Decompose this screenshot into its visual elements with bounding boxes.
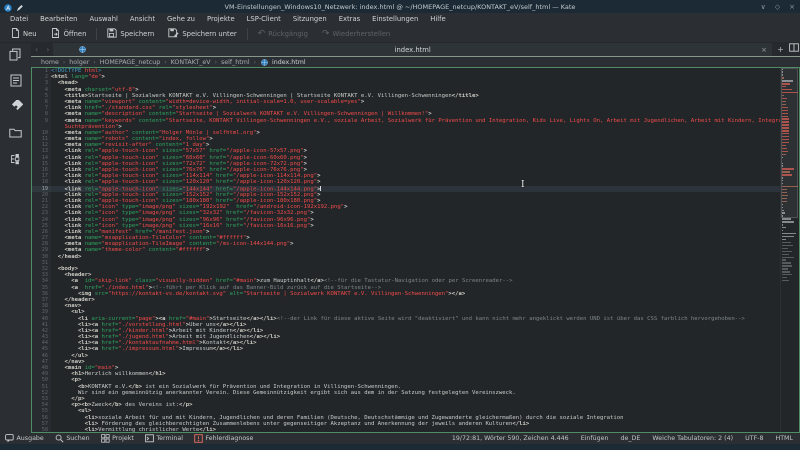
panel-projekt-button[interactable]: Projekt bbox=[101, 434, 134, 443]
tool-sidebar bbox=[0, 43, 31, 433]
breadcrumb-file[interactable]: index.html bbox=[272, 59, 306, 66]
tab-forward-arrow-icon[interactable]: › bbox=[42, 43, 53, 56]
breadcrumb-separator-icon: › bbox=[164, 59, 166, 66]
menu-sitzungen[interactable]: Sitzungen bbox=[287, 15, 333, 23]
breadcrumb-segment-self-html[interactable]: self_html bbox=[221, 59, 250, 66]
breadcrumb-segment-homepage-netcup[interactable]: HOMEPAGE_netcup bbox=[100, 59, 160, 66]
close-button[interactable]: × bbox=[789, 3, 795, 11]
breadcrumb-segment-kontakt-ev[interactable]: KONTAKT_eV bbox=[171, 59, 211, 66]
cursor-position-status[interactable]: 19/72:81, Wörter 590, Zeichen 4.446 bbox=[452, 435, 569, 442]
encoding-status[interactable]: UTF-8 bbox=[745, 435, 763, 442]
open-file-icon bbox=[51, 28, 61, 40]
new-tab-button[interactable]: + bbox=[774, 43, 787, 56]
menu-auswahl[interactable]: Auswahl bbox=[83, 15, 123, 23]
titlebar[interactable]: VM-Einstellungen_Windows10_Netzwerk: ind… bbox=[0, 0, 800, 13]
sidebar-tool-git-icon[interactable] bbox=[8, 99, 24, 114]
minimize-button[interactable]: ∨ bbox=[761, 3, 766, 11]
menu-gehe-zu[interactable]: Gehe zu bbox=[161, 15, 201, 23]
breadcrumb-separator-icon: › bbox=[215, 59, 217, 66]
search-icon bbox=[55, 434, 64, 443]
toolbar: Neu Öffnen Speichern Speichern unter ↶Rückgä… bbox=[0, 25, 800, 43]
öffnen-button[interactable]: Öffnen bbox=[44, 26, 94, 42]
bottom-panel-bar: Ausgabe Suchen Projekt Terminal Fehlerdiagno… bbox=[0, 433, 800, 444]
maximize-button[interactable]: ◇ bbox=[775, 3, 780, 11]
menu-bearbeiten[interactable]: Bearbeiten bbox=[34, 15, 83, 23]
minimap-scrollbar[interactable] bbox=[780, 68, 799, 432]
syntax-mode-status[interactable]: HTML bbox=[775, 435, 793, 442]
undo-icon: ↶ bbox=[258, 31, 266, 37]
diagnostics-icon bbox=[194, 434, 203, 443]
breadcrumb-separator-icon: › bbox=[93, 59, 95, 66]
minimap-viewport[interactable] bbox=[781, 68, 798, 218]
toolbar-button-label: Rückgängig bbox=[268, 30, 308, 38]
sidebar-tool-project-tree-icon[interactable] bbox=[8, 151, 24, 166]
kate-window: VM-Einstellungen_Windows10_Netzwerk: ind… bbox=[0, 0, 800, 450]
rückgängig-button: ↶Rückgängig bbox=[251, 28, 315, 40]
panel-suchen-button[interactable]: Suchen bbox=[55, 434, 90, 443]
toolbar-button-label: Speichern bbox=[120, 30, 154, 38]
toolbar-button-label: Wiederherstellen bbox=[332, 30, 390, 38]
project-icon bbox=[101, 434, 110, 443]
speichern-button[interactable]: Speichern bbox=[100, 26, 161, 42]
tab-index-html[interactable]: index.html × bbox=[53, 43, 772, 56]
code-editor[interactable]: 1<!DOCTYPE html>2<html lang="de">3 <head… bbox=[31, 67, 800, 433]
menu-datei[interactable]: Datei bbox=[4, 15, 34, 23]
output-icon bbox=[5, 434, 14, 443]
panel-fehlerdiagnose-button[interactable]: Fehlerdiagnose bbox=[194, 434, 253, 443]
menu-hilfe[interactable]: Hilfe bbox=[424, 15, 451, 23]
panel-button-label: Ausgabe bbox=[17, 435, 44, 442]
tab-label: index.html bbox=[53, 46, 772, 54]
toolbar-button-label: Neu bbox=[23, 30, 37, 38]
panel-ausgabe-button[interactable]: Ausgabe bbox=[5, 434, 44, 443]
split-view-icon[interactable] bbox=[787, 43, 800, 56]
menu-extras[interactable]: Extras bbox=[333, 15, 366, 23]
html-file-icon bbox=[261, 59, 268, 66]
tabbar: ‹ › index.html × + bbox=[31, 43, 800, 56]
speichern-unter-button[interactable]: Speichern unter bbox=[161, 26, 243, 42]
sidebar-tool-documents-icon[interactable] bbox=[8, 47, 24, 62]
sidebar-tool-file-list-icon[interactable] bbox=[8, 73, 24, 88]
tab-close-icon[interactable]: × bbox=[761, 46, 767, 54]
window-title: VM-Einstellungen_Windows10_Netzwerk: ind… bbox=[100, 3, 700, 11]
redo-icon: ↷ bbox=[322, 31, 330, 37]
toolbar-separator bbox=[247, 28, 248, 40]
breadcrumb: home › holger › HOMEPAGE_netcup › KONTAKT_eV › s… bbox=[31, 57, 800, 67]
save-as-icon bbox=[168, 28, 179, 40]
menu-einstellungen[interactable]: Einstellungen bbox=[366, 15, 424, 23]
panel-button-label: Terminal bbox=[156, 435, 183, 442]
wiederherstellen-button: ↷Wiederherstellen bbox=[315, 28, 397, 40]
menubar: DateiBearbeitenAuswahlAnsichtGehe zuProj… bbox=[0, 13, 800, 25]
panel-terminal-button[interactable]: Terminal bbox=[145, 434, 183, 443]
new-file-icon bbox=[11, 28, 20, 40]
breadcrumb-separator-icon: › bbox=[63, 59, 65, 66]
menu-lsp-client[interactable]: LSP-Client bbox=[241, 15, 287, 23]
text-caret bbox=[320, 186, 321, 191]
toolbar-button-label: Speichern unter bbox=[182, 30, 236, 38]
terminal-icon bbox=[145, 434, 154, 443]
dictionary-status[interactable]: de_DE bbox=[620, 435, 640, 442]
save-icon bbox=[107, 28, 117, 40]
breadcrumb-separator-icon: › bbox=[254, 59, 256, 66]
menu-ansicht[interactable]: Ansicht bbox=[124, 15, 161, 23]
toolbar-button-label: Öffnen bbox=[64, 30, 87, 38]
statusbar: 19/72:81, Wörter 590, Zeichen 4.446 Einf… bbox=[452, 435, 800, 442]
panel-button-label: Suchen bbox=[66, 435, 89, 442]
sidebar-tool-folder-icon[interactable] bbox=[8, 125, 24, 140]
toolbar-separator bbox=[96, 28, 97, 40]
input-mode-status[interactable]: Einfügen bbox=[581, 435, 609, 442]
neu-button[interactable]: Neu bbox=[4, 26, 44, 42]
breadcrumb-segment-holger[interactable]: holger bbox=[69, 59, 89, 66]
panel-button-label: Projekt bbox=[112, 435, 134, 442]
window-bottom-edge bbox=[0, 444, 800, 450]
panel-button-label: Fehlerdiagnose bbox=[205, 435, 253, 442]
breadcrumb-segment-home[interactable]: home bbox=[41, 59, 59, 66]
tab-back-arrow-icon[interactable]: ‹ bbox=[31, 43, 42, 56]
tab-mode-status[interactable]: Weiche Tabulatoren: 2 (4) bbox=[652, 435, 733, 442]
menu-projekte[interactable]: Projekte bbox=[201, 15, 241, 23]
